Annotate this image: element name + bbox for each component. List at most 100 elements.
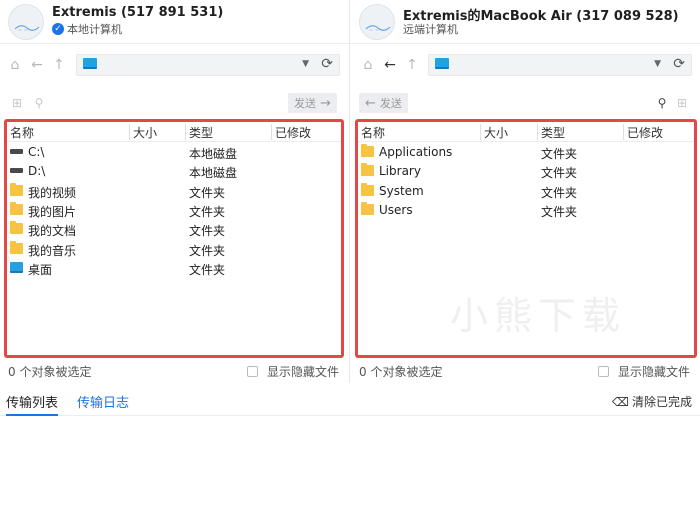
search-icon[interactable]: ⚲ bbox=[655, 96, 669, 110]
selection-status: 0 个对象被选定 bbox=[8, 365, 92, 379]
remote-status-bar: 0 个对象被选定 显示隐藏文件 bbox=[351, 363, 700, 379]
table-row[interactable]: Users 文件夹 bbox=[358, 201, 694, 220]
file-name: C:\ bbox=[28, 145, 45, 159]
chevron-down-icon[interactable]: ▼ bbox=[654, 59, 661, 69]
file-name: System bbox=[379, 183, 424, 198]
column-type[interactable]: 类型 bbox=[537, 124, 623, 140]
send-button-label: 发送 bbox=[294, 97, 316, 110]
remote-computer-label: 远端计算机 bbox=[403, 23, 458, 36]
disk-icon bbox=[10, 165, 23, 177]
home-icon[interactable]: ⌂ bbox=[6, 56, 24, 74]
column-modified[interactable]: 已修改 bbox=[623, 124, 693, 140]
chevron-down-icon[interactable]: ▼ bbox=[302, 59, 309, 69]
folder-icon bbox=[10, 221, 23, 235]
local-nav-bar: ⌂ ← ↑ ▼ ⟳ bbox=[0, 52, 349, 78]
table-row[interactable]: System 文件夹 bbox=[358, 182, 694, 201]
folder-icon bbox=[10, 240, 23, 254]
send-button[interactable]: 发送 → bbox=[288, 93, 337, 113]
tab-transfer-log[interactable]: 传输日志 bbox=[77, 392, 129, 416]
table-row[interactable]: C:\ 本地磁盘 bbox=[7, 143, 341, 162]
tab-transfer-list[interactable]: 传输列表 bbox=[6, 392, 59, 416]
remote-file-list[interactable]: 名称 大小 类型 已修改 Applications 文件夹 Library 文件夹 Sy… bbox=[355, 119, 697, 358]
up-arrow-icon[interactable]: ↑ bbox=[403, 56, 421, 74]
file-name: D:\ bbox=[28, 164, 46, 179]
file-name: 我的音乐 bbox=[28, 243, 77, 258]
file-name: 桌面 bbox=[28, 262, 53, 277]
remote-toolbar: ← 发送 ⚲ ⊞ bbox=[351, 93, 700, 113]
checkbox-icon[interactable] bbox=[597, 366, 609, 377]
arrow-left-icon: ← bbox=[365, 95, 376, 111]
selection-status: 0 个对象被选定 bbox=[359, 365, 443, 379]
new-folder-icon[interactable]: ⊞ bbox=[10, 96, 24, 110]
transfer-tabs: 传输列表 传输日志 ⌫ 清除已完成 bbox=[0, 390, 700, 416]
refresh-icon[interactable]: ⟳ bbox=[321, 56, 333, 72]
refresh-icon[interactable]: ⟳ bbox=[673, 56, 685, 72]
new-folder-icon[interactable]: ⊞ bbox=[675, 96, 689, 110]
file-type: 文件夹 bbox=[189, 224, 226, 239]
remote-avatar: ~ ~ bbox=[359, 4, 395, 40]
column-size[interactable]: 大小 bbox=[129, 124, 185, 140]
local-header: ~ ~ Extremis (517 891 531) ✓ 本地计算机 bbox=[0, 0, 349, 44]
column-name[interactable]: 名称 bbox=[358, 124, 480, 140]
table-row[interactable]: 我的图片 文件夹 bbox=[7, 201, 341, 220]
file-type: 文件夹 bbox=[541, 185, 578, 200]
show-hidden-toggle[interactable]: 显示隐藏文件 bbox=[597, 363, 690, 380]
local-toolbar: ⊞ ⚲ 发送 → bbox=[0, 93, 349, 113]
table-row[interactable]: 我的文档 文件夹 bbox=[7, 220, 341, 239]
up-arrow-icon[interactable]: ↑ bbox=[50, 56, 68, 74]
table-row[interactable]: 我的视频 文件夹 bbox=[7, 182, 341, 201]
table-row[interactable]: Applications 文件夹 bbox=[358, 143, 694, 162]
table-row[interactable]: Library 文件夹 bbox=[358, 162, 694, 181]
folder-icon bbox=[361, 144, 374, 157]
show-hidden-label: 显示隐藏文件 bbox=[266, 365, 339, 379]
file-name: Users bbox=[379, 202, 413, 217]
local-computer-label: 本地计算机 bbox=[67, 23, 122, 36]
checkbox-icon[interactable] bbox=[246, 366, 258, 377]
table-row[interactable]: 我的音乐 文件夹 bbox=[7, 240, 341, 259]
local-status-bar: 0 个对象被选定 显示隐藏文件 bbox=[0, 363, 349, 379]
local-computer-name: Extremis (517 891 531) bbox=[52, 5, 224, 20]
watermark: 小熊下载 bbox=[450, 294, 627, 338]
column-headers: 名称 大小 类型 已修改 bbox=[358, 122, 694, 142]
remote-header: ~ ~ Extremis的MacBook Air (317 089 528) 远… bbox=[351, 0, 700, 44]
back-arrow-icon[interactable]: ← bbox=[381, 56, 399, 74]
show-hidden-toggle[interactable]: 显示隐藏文件 bbox=[246, 363, 339, 380]
desktop-icon bbox=[10, 261, 23, 273]
local-computer-label-row: ✓ 本地计算机 bbox=[52, 21, 122, 37]
home-icon[interactable]: ⌂ bbox=[359, 56, 377, 74]
verified-check-icon: ✓ bbox=[52, 23, 64, 35]
table-row[interactable]: 桌面 文件夹 bbox=[7, 259, 341, 278]
folder-icon bbox=[10, 201, 23, 215]
column-modified[interactable]: 已修改 bbox=[271, 124, 341, 140]
monitor-icon bbox=[83, 58, 97, 69]
column-size[interactable]: 大小 bbox=[480, 124, 536, 140]
back-arrow-icon[interactable]: ← bbox=[28, 56, 46, 74]
file-name: 我的图片 bbox=[28, 204, 77, 219]
receive-button[interactable]: ← 发送 bbox=[359, 93, 408, 113]
local-path-field[interactable]: ▼ ⟳ bbox=[76, 54, 340, 76]
show-hidden-label: 显示隐藏文件 bbox=[617, 365, 690, 379]
column-name[interactable]: 名称 bbox=[7, 124, 127, 140]
file-type: 文件夹 bbox=[189, 204, 226, 219]
remote-pane: ~ ~ Extremis的MacBook Air (317 089 528) 远… bbox=[351, 0, 700, 383]
svg-text:~ ~: ~ ~ bbox=[18, 28, 28, 34]
file-name: Applications bbox=[379, 145, 453, 159]
local-file-list[interactable]: 名称 大小 类型 已修改 C:\ 本地磁盘 D:\ 本地磁盘 我的视频 文件夹 我的图片 文件… bbox=[4, 119, 344, 358]
folder-icon bbox=[10, 182, 23, 196]
remote-path-field[interactable]: ▼ ⟳ bbox=[428, 54, 692, 76]
clear-completed-button[interactable]: ⌫ 清除已完成 bbox=[612, 393, 692, 410]
file-name: Library bbox=[379, 164, 421, 179]
local-pane: ~ ~ Extremis (517 891 531) ✓ 本地计算机 ⌂ ← ↑… bbox=[0, 0, 350, 383]
file-type: 文件夹 bbox=[541, 147, 578, 161]
folder-icon bbox=[361, 182, 374, 196]
folder-icon bbox=[361, 201, 374, 215]
local-avatar: ~ ~ bbox=[8, 4, 44, 40]
search-icon[interactable]: ⚲ bbox=[32, 96, 46, 110]
file-type: 文件夹 bbox=[541, 204, 578, 219]
receive-button-label: 发送 bbox=[379, 97, 402, 110]
file-name: 我的视频 bbox=[28, 185, 77, 200]
file-type: 本地磁盘 bbox=[189, 147, 238, 161]
folder-icon bbox=[361, 163, 374, 177]
table-row[interactable]: D:\ 本地磁盘 bbox=[7, 162, 341, 181]
column-type[interactable]: 类型 bbox=[185, 124, 271, 140]
